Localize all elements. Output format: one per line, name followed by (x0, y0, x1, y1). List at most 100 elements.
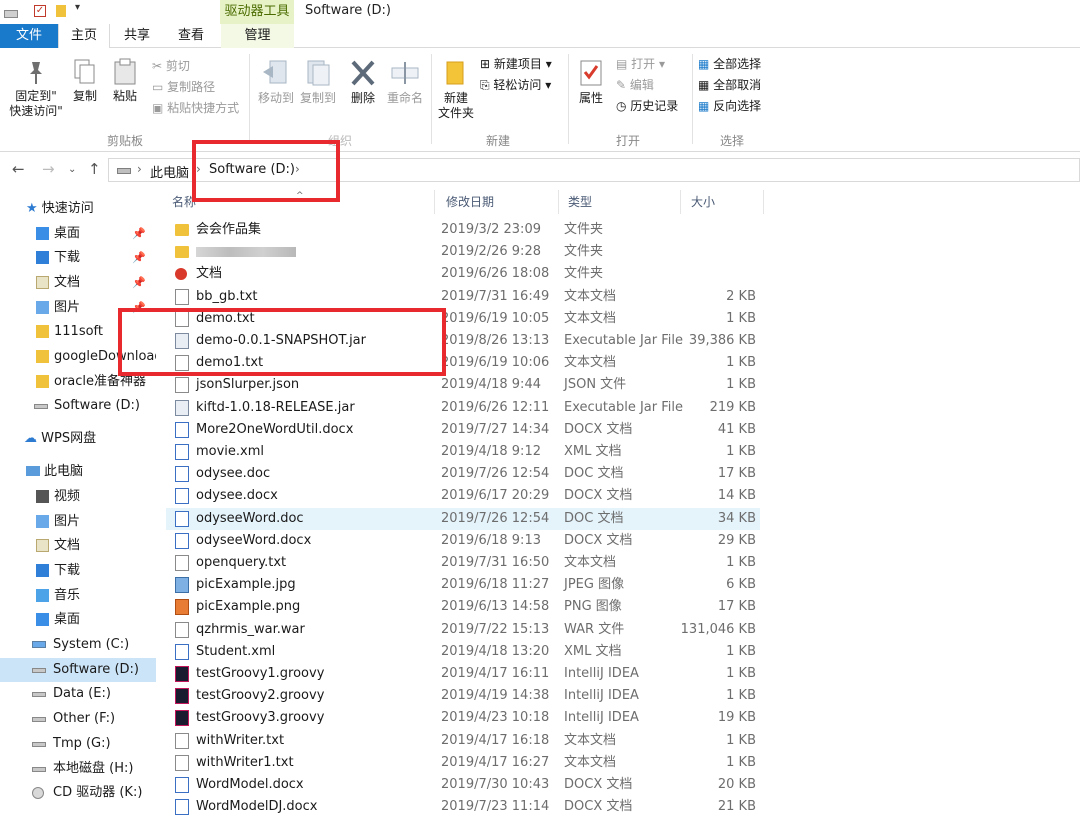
paste-button[interactable]: 粘贴 (108, 58, 142, 104)
pin-icon[interactable]: 📌 (132, 246, 146, 270)
table-row[interactable]: More2OneWordUtil.docx 2019/7/27 14:34 DOCX… (166, 419, 760, 441)
tab-share[interactable]: 共享 (114, 24, 160, 48)
sidebar-item-local-disk-h[interactable]: 本地磁盘 (H:) (30, 757, 156, 781)
sidebar-item-downloads-pc[interactable]: 下载 (34, 559, 156, 583)
sidebar-item-desktop[interactable]: 桌面 📌 (34, 222, 156, 246)
select-none-button[interactable]: ▦ 全部取消 (698, 77, 761, 93)
copy-to-button[interactable]: 复制到 (298, 58, 338, 106)
table-row[interactable]: movie.xml 2019/4/18 9:12 XML 文档 1 KB (166, 441, 760, 463)
cut-button[interactable]: ✂ 剪切 (152, 58, 190, 74)
table-row[interactable]: odysee.docx 2019/6/17 20:29 DOCX 文档 14 KB (166, 485, 760, 507)
column-header-type[interactable]: 类型 (556, 190, 680, 214)
table-row[interactable]: qzhrmis_war.war 2019/7/22 15:13 WAR 文件 131,… (166, 619, 760, 641)
file-name: More2OneWordUtil.docx (196, 421, 354, 437)
table-row[interactable]: openquery.txt 2019/7/31 16:50 文本文档 1 KB (166, 552, 760, 574)
column-divider[interactable] (763, 190, 764, 214)
paste-shortcut-button[interactable]: ▣ 粘贴快捷方式 (152, 100, 239, 116)
delete-button[interactable]: 删除 (346, 58, 380, 106)
tab-manage[interactable]: 管理 (221, 24, 294, 48)
sidebar-item-videos[interactable]: 视频 (34, 485, 156, 509)
drive-icon (32, 692, 46, 697)
history-button[interactable]: ◷ 历史记录 (616, 98, 678, 114)
sidebar-item-system-c[interactable]: System (C:) (30, 633, 156, 657)
file-size: 17 KB (717, 599, 756, 615)
tab-home[interactable]: 主页 (58, 24, 110, 49)
sidebar-item-downloads[interactable]: 下载 📌 (34, 246, 156, 270)
back-arrow-icon[interactable]: ← (12, 160, 25, 178)
table-row[interactable]: 2019/2/26 9:28 文件夹 (166, 241, 760, 263)
file-date: 2019/6/18 11:27 (441, 577, 550, 593)
new-folder-quick-icon[interactable] (56, 5, 66, 17)
tab-view[interactable]: 查看 (166, 24, 216, 48)
up-arrow-icon[interactable]: ↑ (88, 160, 101, 178)
properties-check-icon (580, 60, 602, 86)
table-row[interactable]: testGroovy3.groovy 2019/4/23 10:18 Intelli… (166, 707, 760, 729)
table-row[interactable]: odyseeWord.docx 2019/6/18 9:13 DOCX 文档 29 K… (166, 530, 760, 552)
sidebar-item-documents-pc[interactable]: 文档 (34, 534, 156, 558)
clipboard-icon (114, 58, 136, 85)
table-row[interactable]: WordModel.docx 2019/7/30 10:43 DOCX 文档 20 K… (166, 774, 760, 796)
sidebar-item-music[interactable]: 音乐 (34, 584, 156, 608)
table-row[interactable]: picExample.png 2019/6/13 14:58 PNG 图像 17 KB (166, 596, 760, 618)
move-to-button[interactable]: 移动到 (256, 58, 296, 106)
table-row[interactable]: testGroovy2.groovy 2019/4/19 14:38 Intelli… (166, 685, 760, 707)
sidebar-item-other-f[interactable]: Other (F:) (30, 707, 156, 731)
edit-button[interactable]: ✎ 编辑 (616, 77, 654, 93)
file-size: 1 KB (726, 310, 756, 326)
recent-locations-chevron-icon[interactable]: ⌄ (68, 164, 76, 175)
copy-path-button[interactable]: ▭ 复制路径 (152, 79, 215, 95)
new-folder-label: 新建 文件夹 (437, 91, 474, 120)
rename-button[interactable]: 重命名 (384, 58, 426, 106)
table-row[interactable]: odysee.doc 2019/7/26 12:54 DOC 文档 17 KB (166, 463, 760, 485)
table-row[interactable]: picExample.jpg 2019/6/18 11:27 JPEG 图像 6 KB (166, 574, 760, 596)
breadcrumb-this-pc[interactable]: 此电脑 (150, 162, 189, 181)
sidebar-item-this-pc[interactable]: 此电脑 (26, 460, 156, 484)
sidebar-item-label: 音乐 (54, 588, 81, 603)
table-row[interactable]: withWriter.txt 2019/4/17 16:18 文本文档 1 KB (166, 730, 760, 752)
easy-access-button[interactable]: ⎘ 轻松访问 ▾ (480, 77, 551, 93)
select-all-button[interactable]: ▦ 全部选择 (698, 56, 761, 72)
invert-selection-button[interactable]: ▦ 反向选择 (698, 98, 761, 114)
customize-toolbar-dropdown-icon[interactable]: ▾ (75, 2, 80, 13)
sidebar-item-software-d[interactable]: Software (D:) (0, 658, 156, 682)
properties-button[interactable]: 属性 (574, 58, 608, 106)
copy-button[interactable]: 复制 (70, 58, 100, 104)
table-row[interactable]: odyseeWord.doc 2019/7/26 12:54 DOC 文档 34 KB (166, 507, 760, 530)
tab-file[interactable]: 文件 (0, 24, 58, 48)
sidebar-item-cd-drive-k[interactable]: CD 驱动器 (K:) (30, 781, 156, 805)
column-header-label: 类型 (568, 195, 593, 209)
sidebar-item-software-d-quick[interactable]: Software (D:) (34, 394, 156, 418)
table-row[interactable]: WordModelDJ.docx 2019/7/23 11:14 DOCX 文档 21… (166, 796, 760, 817)
sidebar-item-data-e[interactable]: Data (E:) (30, 682, 156, 706)
table-row[interactable]: 会会作品集 2019/3/2 23:09 文件夹 (166, 219, 760, 241)
table-row[interactable]: 文档 2019/6/26 18:08 文件夹 (166, 263, 760, 285)
pin-quick-access-button[interactable]: 固定到" 快速访问" (4, 60, 68, 119)
sidebar-item-quick-access[interactable]: ★ 快速访问 (26, 197, 156, 221)
table-row[interactable]: withWriter1.txt 2019/4/17 16:27 文本文档 1 KB (166, 752, 760, 774)
sidebar-item-pictures-pc[interactable]: 图片 (34, 510, 156, 534)
forward-arrow-icon[interactable]: → (42, 160, 55, 178)
new-folder-button[interactable]: 新建 文件夹 (436, 58, 476, 121)
table-row[interactable]: testGroovy1.groovy 2019/4/17 16:11 Intelli… (166, 663, 760, 685)
pin-icon[interactable]: 📌 (132, 271, 146, 295)
chevron-right-icon[interactable]: › (137, 162, 142, 176)
file-date: 2019/3/2 23:09 (441, 222, 541, 237)
new-item-button[interactable]: ⊞ 新建项目 ▾ (480, 56, 552, 72)
properties-quick-icon[interactable]: ✓ (34, 5, 46, 17)
file-size: 1 KB (726, 444, 756, 459)
column-header-size[interactable]: 大小 (679, 190, 763, 214)
file-type: DOC 文档 (564, 466, 624, 482)
pin-icon[interactable]: 📌 (132, 222, 146, 246)
folder-icon (36, 375, 49, 388)
select-all-icon: ▦ (698, 57, 714, 71)
table-row[interactable]: kiftd-1.0.18-RELEASE.jar 2019/6/26 12:11 E… (166, 397, 760, 419)
table-row[interactable]: jsonSlurper.json 2019/4/18 9:44 JSON 文件 1 K… (166, 374, 760, 396)
sidebar-item-wps-cloud[interactable]: ☁ WPS网盘 (24, 427, 156, 451)
table-row[interactable]: bb_gb.txt 2019/7/31 16:49 文本文档 2 KB (166, 286, 760, 308)
sidebar-item-desktop-pc[interactable]: 桌面 (34, 608, 156, 632)
open-button[interactable]: ▤ 打开 ▾ (616, 56, 665, 72)
sidebar-item-tmp-g[interactable]: Tmp (G:) (30, 732, 156, 756)
sidebar-item-documents[interactable]: 文档 📌 (34, 271, 156, 295)
column-header-date[interactable]: 修改日期 (434, 190, 558, 214)
table-row[interactable]: Student.xml 2019/4/18 13:20 XML 文档 1 KB (166, 641, 760, 663)
